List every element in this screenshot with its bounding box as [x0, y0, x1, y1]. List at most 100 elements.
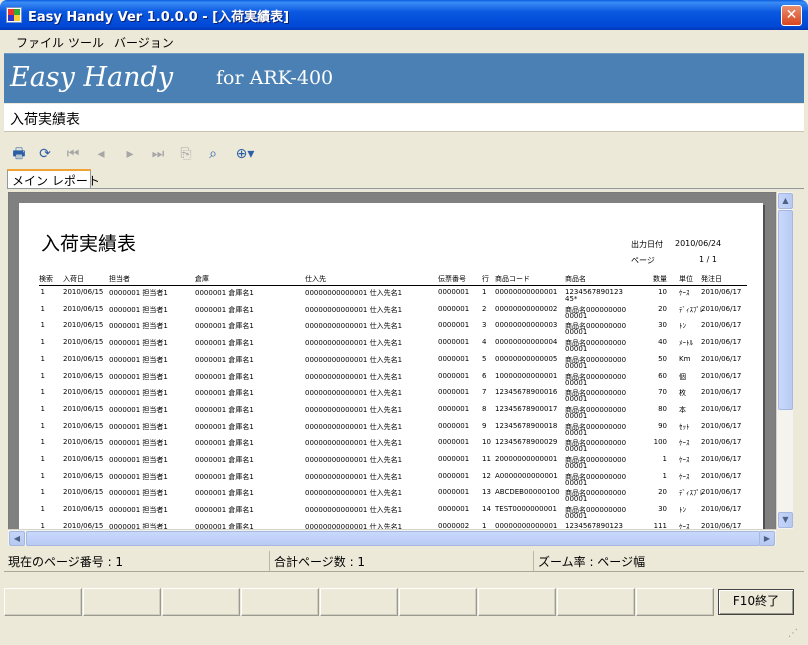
report-title: 入荷実績表: [41, 233, 137, 255]
cell-date: 2010/06/15: [63, 505, 104, 514]
cell-unit: Km: [679, 354, 691, 363]
cell-item-name-wrap: 00001: [565, 345, 588, 354]
fkey-4[interactable]: [241, 588, 319, 616]
column-header: 発注日: [701, 275, 722, 283]
print-icon[interactable]: 🖶: [10, 146, 28, 162]
menu-tools[interactable]: ツール: [68, 34, 104, 51]
status-divider: [4, 571, 804, 572]
fkey-2[interactable]: [83, 588, 161, 616]
menu-version[interactable]: バージョン: [114, 34, 174, 51]
cell-slip-no: 0000001: [438, 371, 470, 380]
cell-order-date: 2010/06/17: [701, 455, 742, 463]
cell-staff: 0000001 担当者1: [109, 355, 168, 364]
horizontal-scrollbar[interactable]: ◀ ▶: [8, 529, 776, 546]
cell-qty: 20: [658, 488, 667, 497]
horizontal-scroll-thumb[interactable]: [26, 531, 760, 546]
cell-staff: 0000001 担当者1: [109, 405, 168, 414]
cell-line: 14: [482, 505, 491, 514]
column-header: 商品名: [565, 275, 586, 283]
fkey-6[interactable]: [399, 588, 477, 616]
cell-item-name-wrap: 00001: [565, 495, 588, 504]
cell-order-date: 2010/06/17: [701, 321, 742, 330]
vertical-scrollbar[interactable]: ▲ ▼: [776, 192, 793, 530]
cell-unit: ｹｰｽ: [679, 472, 690, 481]
fkey-3[interactable]: [162, 588, 240, 616]
function-key-bar: F10終了: [4, 588, 804, 616]
first-page-icon[interactable]: ⏮: [64, 146, 82, 162]
cell-unit: ﾃﾞｨｽﾌﾟﾚ: [679, 305, 704, 314]
cell-line: 2: [482, 304, 487, 313]
close-button[interactable]: ✕: [781, 5, 802, 26]
fkey-1[interactable]: [4, 588, 82, 616]
find-icon[interactable]: ⌕: [204, 146, 222, 162]
column-header: 数量: [653, 275, 667, 283]
cell-seq: 1: [40, 304, 45, 313]
screen-title-bar: 入荷実績表: [4, 104, 804, 132]
cell-line: 4: [482, 338, 487, 347]
column-header: 検索: [39, 275, 53, 283]
scroll-up-icon[interactable]: ▲: [778, 193, 793, 209]
cell-slip-no: 0000001: [438, 421, 470, 430]
cell-line: 12: [482, 471, 491, 480]
cell-item-name-wrap: 00001: [565, 512, 588, 521]
cell-seq: 1: [40, 288, 45, 296]
cell-seq: 1: [40, 421, 45, 430]
scroll-down-icon[interactable]: ▼: [778, 512, 793, 528]
scroll-right-icon[interactable]: ▶: [759, 531, 775, 546]
cell-order-date: 2010/06/17: [701, 505, 742, 514]
cell-warehouse: 0000001 倉庫名1: [195, 405, 254, 414]
status-zoom: ズーム率 : ページ幅: [538, 555, 646, 569]
header-banner: Easy Handy for ARK-400: [4, 53, 804, 103]
cell-qty: 100: [653, 438, 667, 447]
cell-supplier: 00000000000001 仕入先名1: [305, 322, 403, 331]
window-title: Easy Handy Ver 1.0.0.0 - [入荷実績表]: [28, 10, 290, 25]
next-page-icon[interactable]: ▸: [121, 146, 139, 162]
exit-button[interactable]: F10終了: [718, 589, 794, 615]
cell-seq: 1: [40, 371, 45, 380]
resize-grip-icon[interactable]: ⋰: [788, 628, 802, 642]
prev-page-icon[interactable]: ◂: [92, 146, 110, 162]
column-header: 担当者: [109, 275, 130, 283]
tab-main-report[interactable]: メイン レポート: [7, 169, 100, 189]
cell-date: 2010/06/15: [63, 438, 104, 447]
cell-order-date: 2010/06/17: [701, 338, 742, 347]
cell-item-code: 00000000000005: [495, 354, 558, 363]
cell-staff: 0000001 担当者1: [109, 506, 168, 515]
fkey-5[interactable]: [320, 588, 398, 616]
cell-unit: ﾄﾝ: [679, 506, 686, 515]
cell-order-date: 2010/06/17: [701, 404, 742, 413]
zoom-icon[interactable]: ⊕▾: [230, 146, 260, 162]
cell-item-name-wrap: 00001: [565, 328, 588, 337]
status-bar: 現在のページ番号 : 1 合計ページ数 : 1 ズーム率 : ページ幅: [4, 551, 804, 571]
fkey-7[interactable]: [478, 588, 556, 616]
report-viewer[interactable]: 入荷実績表 出力日付 2010/06/24 ページ 1 / 1 検索 入荷日 担当者…: [8, 192, 776, 530]
vertical-scroll-thumb[interactable]: [778, 210, 793, 410]
cell-date: 2010/06/15: [63, 388, 104, 397]
fkey-8[interactable]: [557, 588, 635, 616]
last-page-icon[interactable]: ⏭: [149, 146, 167, 162]
cell-warehouse: 0000001 倉庫名1: [195, 355, 254, 364]
cell-line: 13: [482, 488, 491, 497]
status-current-page: 現在のページ番号 : 1: [4, 551, 270, 571]
refresh-icon[interactable]: ⟳: [36, 146, 54, 162]
cell-item-name-wrap: 00001: [565, 462, 588, 470]
cell-supplier: 00000000000001 仕入先名1: [305, 389, 403, 398]
cell-qty: 10: [658, 288, 667, 296]
cell-order-date: 2010/06/17: [701, 304, 742, 313]
menu-file[interactable]: ファイル: [16, 34, 64, 51]
scroll-left-icon[interactable]: ◀: [9, 531, 25, 546]
fkey-9[interactable]: [636, 588, 714, 616]
page-value: 1 / 1: [699, 255, 717, 264]
cell-unit: ﾄﾝ: [679, 322, 686, 331]
cell-line: 8: [482, 404, 487, 413]
cell-staff: 0000001 担当者1: [109, 372, 168, 381]
cell-slip-no: 0000001: [438, 338, 470, 347]
cell-unit: 個: [679, 372, 686, 381]
export-icon[interactable]: ⎘: [177, 146, 195, 162]
cell-qty: 60: [658, 371, 667, 380]
cell-slip-no: 0000001: [438, 288, 470, 296]
cell-item-code: 20000000000001: [495, 455, 558, 463]
cell-item-name-wrap: 45*: [565, 295, 578, 303]
cell-item-name-wrap: 00001: [565, 395, 588, 404]
cell-order-date: 2010/06/17: [701, 371, 742, 380]
